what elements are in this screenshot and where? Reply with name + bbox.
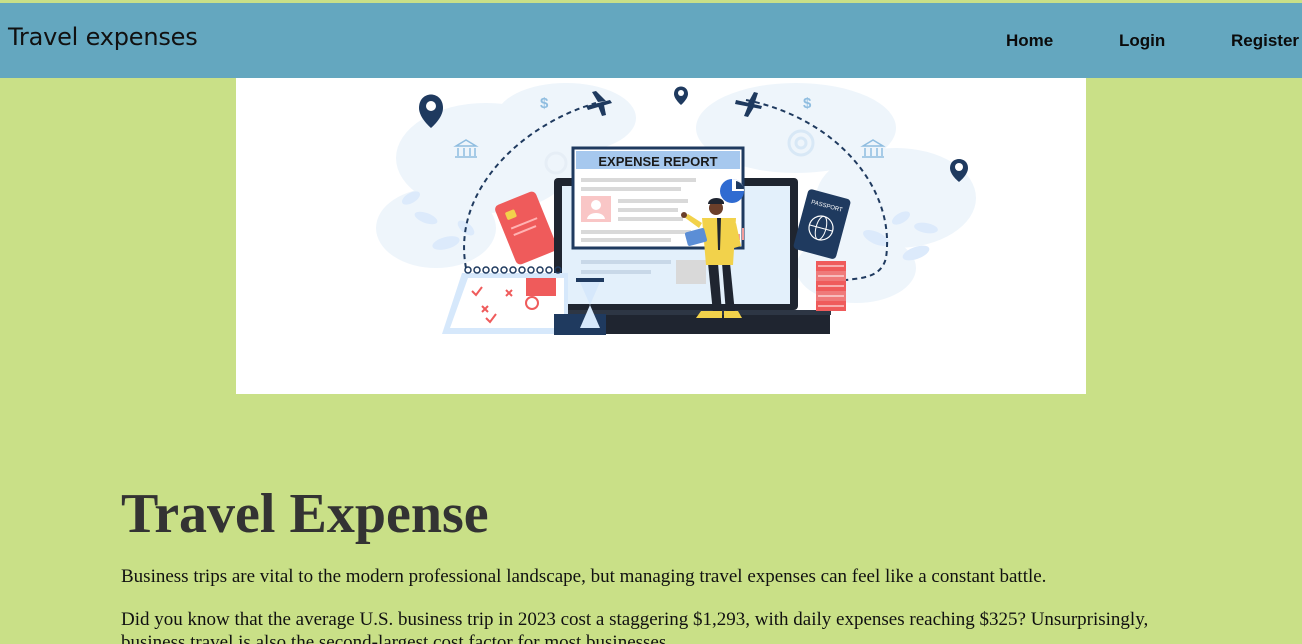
site-brand[interactable]: Travel expenses [8,23,198,51]
nav-home-link[interactable]: Home [1006,31,1053,51]
hero-illustration: $ $ EXPENSE REPORT PASSPORT [236,78,1086,394]
page-title: Travel Expense [121,483,489,545]
nav-login-link[interactable]: Login [1119,31,1165,51]
top-navigation-bar: Travel expenses Home Login Register [0,3,1302,78]
intro-paragraph: Business trips are vital to the modern p… [121,566,1047,587]
dollar-icon: $ [803,95,812,112]
expense-report-illustration: $ $ EXPENSE REPORT PASSPORT [376,83,976,335]
nav-register-link[interactable]: Register [1231,31,1299,51]
calendar-icon [442,266,568,334]
statistics-paragraph: Did you know that the average U.S. busin… [121,609,1149,644]
cash-stack-icon [816,261,846,311]
report-title: EXPENSE REPORT [598,154,717,169]
map-pin-icon [674,86,688,105]
dollar-icon: $ [540,95,549,112]
